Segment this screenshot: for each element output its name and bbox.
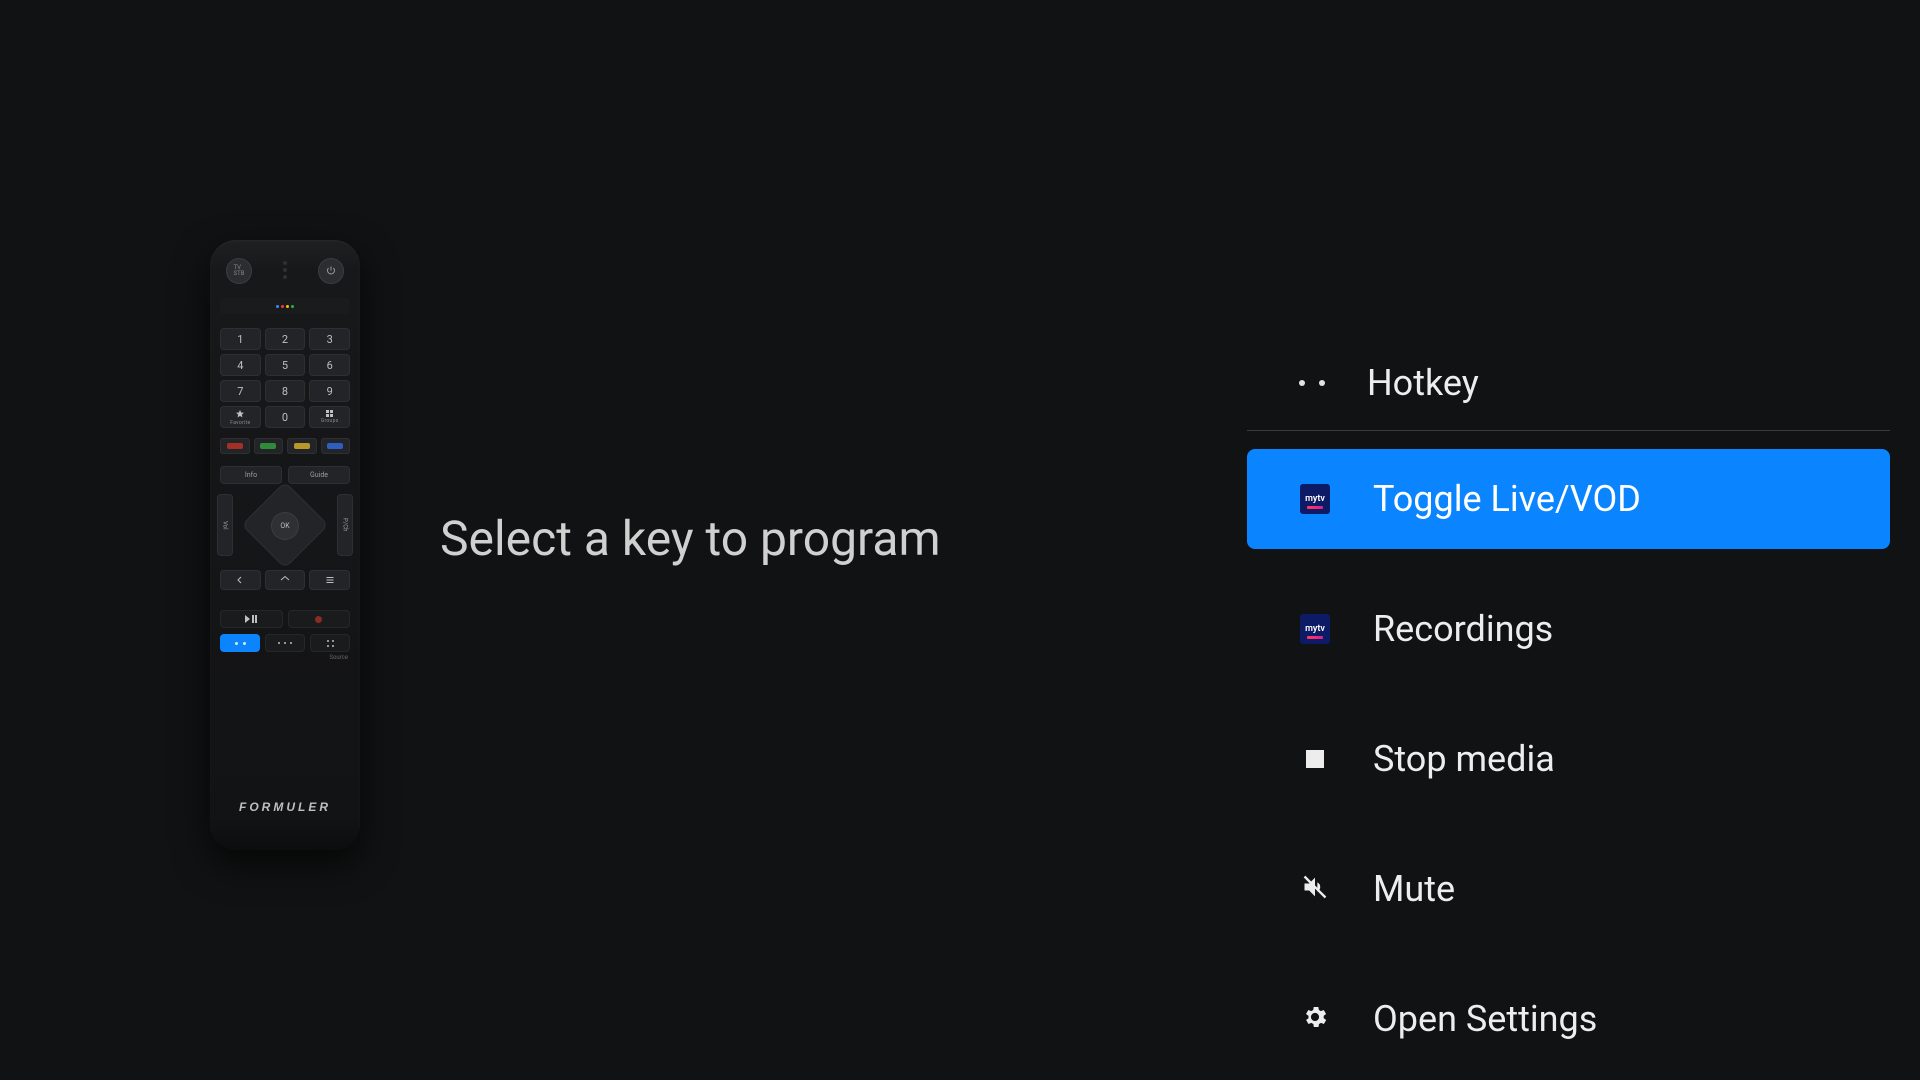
mytv-icon: mytv	[1300, 484, 1330, 514]
groups-button[interactable]: Groups	[309, 406, 350, 428]
channel-rocker[interactable]: P/Ch	[337, 494, 353, 556]
numpad-7[interactable]: 7	[220, 380, 261, 402]
menu-item-label: Toggle Live/VOD	[1373, 478, 1641, 520]
back-button[interactable]	[220, 570, 261, 590]
hotkey-icon	[1299, 380, 1325, 386]
menu-item-toggle-live-vod[interactable]: mytv Toggle Live/VOD	[1247, 449, 1890, 549]
ok-button[interactable]: OK	[271, 512, 299, 540]
gear-icon	[1301, 1003, 1329, 1035]
numpad-1[interactable]: 1	[220, 328, 261, 350]
google-assistant-button[interactable]	[220, 298, 350, 314]
guide-button[interactable]: Guide	[288, 466, 350, 484]
microphone-icon	[283, 261, 287, 284]
numpad-5[interactable]: 5	[265, 354, 306, 376]
numpad-8[interactable]: 8	[265, 380, 306, 402]
menu-item-label: Mute	[1373, 868, 1455, 910]
favorite-button[interactable]: Favorite	[220, 406, 261, 428]
numpad-3[interactable]: 3	[309, 328, 350, 350]
color-key-yellow[interactable]	[287, 438, 317, 454]
hotkey-1-button[interactable]	[220, 634, 260, 652]
menu-item-label: Stop media	[1373, 738, 1555, 780]
info-button[interactable]: Info	[220, 466, 282, 484]
page-prompt: Select a key to program	[440, 510, 941, 567]
menu-item-stop-media[interactable]: Stop media	[1247, 709, 1890, 809]
color-key-blue[interactable]	[321, 438, 351, 454]
menu-item-label: Open Settings	[1373, 998, 1597, 1040]
remote-control: TV STB 1 2 3 4 5 6 7 8 9	[210, 240, 360, 850]
numpad-6[interactable]: 6	[309, 354, 350, 376]
numpad-4[interactable]: 4	[220, 354, 261, 376]
google-assistant-icon	[276, 305, 294, 308]
hotkey-menu: Hotkey mytv Toggle Live/VOD mytv Recordings…	[1247, 362, 1890, 1080]
menu-item-mute[interactable]: Mute	[1247, 839, 1890, 939]
home-button[interactable]	[265, 570, 306, 590]
tv-stb-button[interactable]: TV STB	[226, 258, 252, 284]
menu-item-open-settings[interactable]: Open Settings	[1247, 969, 1890, 1069]
power-button[interactable]	[318, 258, 344, 284]
numpad-2[interactable]: 2	[265, 328, 306, 350]
record-button[interactable]	[288, 610, 351, 628]
numpad-0[interactable]: 0	[265, 406, 306, 428]
menu-header: Hotkey	[1247, 362, 1890, 431]
source-label: Source	[220, 654, 350, 661]
mute-icon	[1301, 873, 1329, 905]
mytv-icon: mytv	[1300, 614, 1330, 644]
menu-item-recordings[interactable]: mytv Recordings	[1247, 579, 1890, 679]
play-pause-button[interactable]	[220, 610, 283, 628]
menu-item-label: Recordings	[1373, 608, 1553, 650]
color-key-red[interactable]	[220, 438, 250, 454]
menu-header-label: Hotkey	[1367, 362, 1479, 404]
hotkey-2-button[interactable]	[265, 634, 305, 652]
dpad[interactable]: OK	[239, 494, 331, 556]
volume-rocker[interactable]: Vol	[217, 494, 233, 556]
brand-logo: FORMULER	[210, 800, 360, 814]
numpad-9[interactable]: 9	[309, 380, 350, 402]
menu-button[interactable]	[309, 570, 350, 590]
stop-icon	[1306, 750, 1324, 768]
color-key-green[interactable]	[254, 438, 284, 454]
hotkey-3-button[interactable]	[310, 634, 350, 652]
